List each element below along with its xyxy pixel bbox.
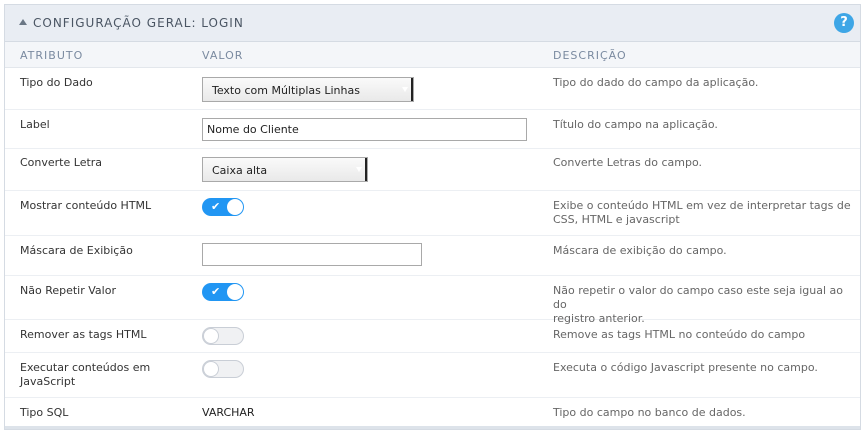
desc-text: Converte Letras do campo.	[553, 156, 702, 169]
label-input[interactable]: Nome do Cliente	[202, 118, 527, 141]
chevron-down-icon	[402, 87, 408, 92]
toggle-knob	[203, 361, 219, 377]
column-header: ATRIBUTO VALOR DESCRIÇÃO	[5, 42, 860, 68]
nao-repetir-toggle[interactable]: ✔	[202, 283, 244, 301]
select-bar	[411, 78, 413, 101]
row-mostrar-conteudo-html: Mostrar conteúdo HTML ✔ Exibe o conteúdo…	[5, 191, 860, 236]
select-value: Caixa alta	[212, 164, 268, 177]
executar-js-toggle[interactable]	[202, 360, 244, 378]
desc-text: Título do campo na aplicação.	[553, 118, 718, 131]
select-bar	[365, 158, 367, 181]
desc-line: Não repetir o valor do campo caso este s…	[553, 284, 843, 311]
desc-text: Tipo do dado do campo da aplicação.	[553, 76, 759, 89]
converte-letra-select[interactable]: Caixa alta	[202, 157, 368, 182]
column-value: VALOR	[202, 49, 244, 62]
desc-line: CSS, HTML e javascript	[553, 213, 680, 226]
check-icon: ✔	[211, 285, 221, 298]
row-remover-tags-html: Remover as tags HTML Remove as tags HTML…	[5, 320, 860, 353]
column-attribute: ATRIBUTO	[20, 49, 84, 62]
attr-line: JavaScript	[20, 375, 76, 388]
desc-line: Exibe o conteúdo HTML em vez de interpre…	[553, 199, 851, 212]
mascara-input[interactable]	[202, 243, 422, 266]
panel-footer	[5, 426, 860, 429]
desc-text: Exibe o conteúdo HTML em vez de interpre…	[553, 199, 853, 227]
collapse-caret-icon[interactable]	[19, 19, 27, 25]
tipo-sql-value: VARCHAR	[202, 406, 255, 419]
attr-label: Tipo SQL	[20, 406, 69, 419]
attr-label: Remover as tags HTML	[20, 328, 147, 341]
row-label: Label Nome do Cliente Título do campo na…	[5, 110, 860, 149]
attr-line: Executar conteúdos em	[20, 361, 151, 374]
help-icon[interactable]: ?	[834, 13, 854, 33]
desc-text: Máscara de exibição do campo.	[553, 244, 727, 257]
row-tipo-sql: Tipo SQL VARCHAR Tipo do campo no banco …	[5, 398, 860, 428]
chevron-down-icon	[356, 167, 362, 172]
tipo-do-dado-select[interactable]: Texto com Múltiplas Linhas	[202, 77, 414, 102]
config-panel: CONFIGURAÇÃO GERAL: LOGIN ? ATRIBUTO VAL…	[4, 4, 861, 430]
row-converte-letra: Converte Letra Caixa alta Converte Letra…	[5, 149, 860, 191]
toggle-knob	[203, 328, 219, 344]
column-description: DESCRIÇÃO	[553, 49, 627, 62]
attr-label: Label	[20, 118, 50, 131]
attr-label: Mostrar conteúdo HTML	[20, 199, 152, 212]
attr-label: Tipo do Dado	[20, 76, 93, 89]
row-executar-javascript: Executar conteúdos em JavaScript Executa…	[5, 353, 860, 398]
check-icon: ✔	[211, 200, 221, 213]
attr-label: Converte Letra	[20, 156, 103, 169]
attr-label: Máscara de Exibição	[20, 244, 133, 257]
toggle-knob	[227, 199, 243, 215]
row-mascara-de-exibicao: Máscara de Exibição Máscara de exibição …	[5, 236, 860, 276]
desc-text: Tipo do campo no banco de dados.	[553, 406, 746, 419]
attr-label: Executar conteúdos em JavaScript	[20, 361, 150, 389]
attr-label: Não Repetir Valor	[20, 284, 116, 297]
desc-text: Remove as tags HTML no conteúdo do campo	[553, 328, 806, 341]
desc-text: Executa o código Javascript presente no …	[553, 361, 818, 374]
toggle-knob	[227, 284, 243, 300]
row-nao-repetir-valor: Não Repetir Valor ✔ Não repetir o valor …	[5, 276, 860, 325]
row-tipo-do-dado: Tipo do Dado Texto com Múltiplas Linhas …	[5, 68, 860, 110]
select-value: Texto com Múltiplas Linhas	[212, 84, 360, 97]
panel-header[interactable]: CONFIGURAÇÃO GERAL: LOGIN ?	[5, 5, 860, 42]
panel-title: CONFIGURAÇÃO GERAL: LOGIN	[33, 16, 244, 30]
mostrar-html-toggle[interactable]: ✔	[202, 198, 244, 216]
remover-tags-toggle[interactable]	[202, 327, 244, 345]
